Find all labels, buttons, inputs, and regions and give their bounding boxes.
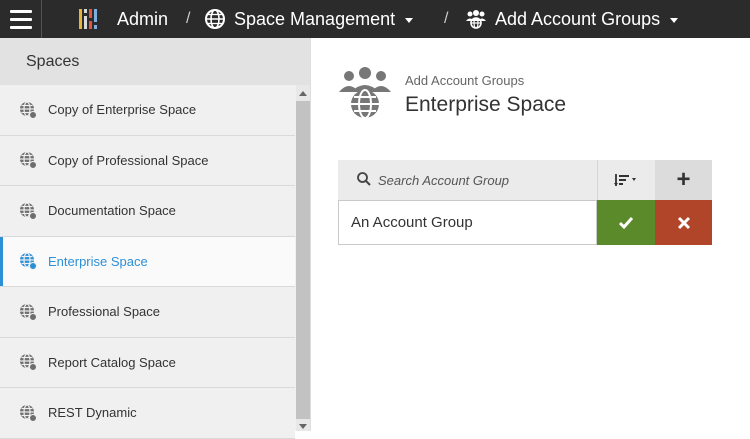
sidebar-item-label: Enterprise Space [48, 253, 148, 269]
search-icon [357, 172, 371, 186]
top-bar: Admin / Space Management / Add Account G… [0, 0, 750, 38]
space-globe-icon [19, 252, 37, 271]
sidebar-scrollbar[interactable] [296, 85, 310, 431]
space-globe-icon [19, 151, 37, 170]
breadcrumb-space-management-label: Space Management [234, 8, 396, 29]
sidebar-item-label: REST Dynamic [48, 405, 137, 421]
breadcrumb-space-management[interactable]: Space Management [205, 0, 414, 38]
account-group-icon [466, 10, 486, 29]
cancel-button[interactable] [655, 200, 712, 245]
space-globe-icon [19, 353, 37, 372]
sidebar-item-space[interactable]: Copy of Enterprise Space [0, 85, 295, 136]
plus-icon: + [676, 166, 691, 193]
sidebar-item-label: Copy of Professional Space [48, 152, 209, 168]
sidebar-item-space[interactable]: Enterprise Space [0, 236, 295, 287]
sort-filter-icon [613, 174, 636, 186]
page-title: Enterprise Space [405, 93, 567, 116]
scroll-down-arrow-icon[interactable] [299, 424, 307, 429]
sidebar-item-space[interactable]: Documentation Space [0, 186, 295, 237]
breadcrumb-add-account-groups[interactable]: Add Account Groups [465, 0, 679, 38]
sidebar-item-space[interactable]: Copy of Professional Space [0, 135, 295, 186]
globe-icon [205, 9, 225, 29]
sidebar-title: Spaces [0, 38, 310, 85]
sidebar-item-label: Professional Space [48, 304, 161, 320]
space-globe-icon [19, 303, 37, 321]
account-group-globe-icon [339, 67, 391, 119]
hamburger-menu-icon[interactable] [0, 0, 42, 38]
space-globe-icon [19, 202, 37, 220]
close-icon [677, 216, 690, 229]
breadcrumb-admin[interactable]: Admin [78, 0, 168, 38]
add-account-group-button[interactable]: + [655, 160, 712, 200]
scroll-up-arrow-icon[interactable] [299, 91, 307, 96]
sort-filter-button[interactable] [597, 160, 655, 200]
account-group-name-input[interactable] [338, 200, 597, 245]
check-icon [618, 217, 634, 229]
confirm-button[interactable] [597, 200, 655, 245]
spaces-list: Copy of Enterprise Space Copy of Professi… [0, 85, 295, 439]
search-bar [338, 160, 597, 200]
scrollbar-thumb[interactable] [296, 101, 310, 419]
sidebar-item-label: Report Catalog Space [48, 354, 176, 370]
report-grid-icon [79, 9, 97, 29]
sidebar-item-label: Copy of Enterprise Space [48, 102, 197, 118]
breadcrumb-separator: / [186, 10, 191, 27]
space-globe-icon [19, 101, 37, 119]
space-globe-icon [19, 404, 37, 422]
breadcrumb-separator: / [444, 10, 449, 27]
breadcrumb-admin-label: Admin [117, 8, 169, 29]
sidebar-item-label: Documentation Space [48, 203, 176, 219]
sidebar-item-space[interactable]: Professional Space [0, 287, 295, 338]
sidebar-item-space[interactable]: Report Catalog Space [0, 337, 295, 388]
spaces-sidebar: Spaces Copy of Enterprise Space Copy of P… [0, 38, 311, 439]
chevron-down-icon [670, 18, 679, 23]
search-input[interactable] [378, 160, 588, 200]
breadcrumb-add-account-groups-label: Add Account Groups [495, 8, 661, 29]
chevron-down-icon [405, 18, 414, 23]
page-subtitle: Add Account Groups [405, 73, 525, 88]
